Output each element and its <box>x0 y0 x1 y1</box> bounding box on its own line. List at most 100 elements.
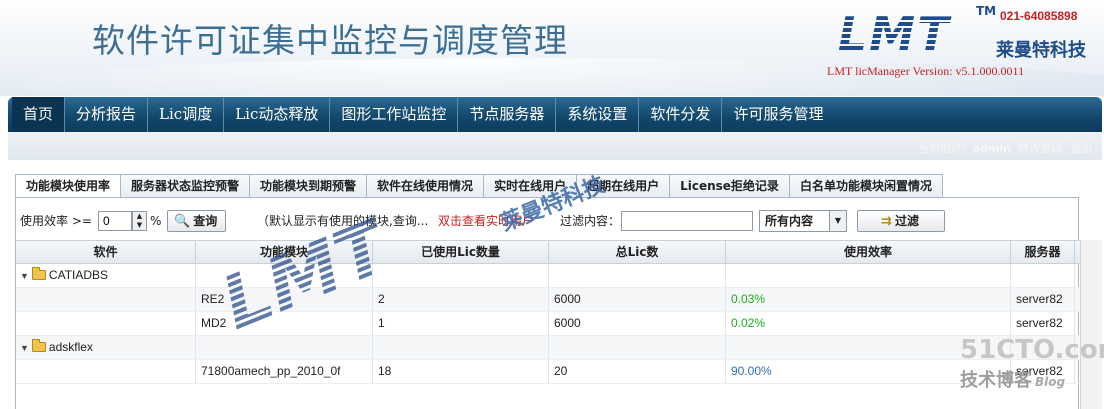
filter-button-label: 过滤 <box>894 214 919 228</box>
used-cell <box>373 336 549 359</box>
table-row[interactable]: RE2 2 6000 0.03% server82 <box>16 288 1080 312</box>
efficiency-cell: 90.00% <box>726 360 1011 383</box>
filter-input[interactable] <box>621 211 753 231</box>
software-cell <box>16 360 196 383</box>
module-cell: 71800amech_pp_2010_0f <box>196 360 373 383</box>
nav-item-lic-scheduling[interactable]: Lic调度 <box>148 97 225 132</box>
version-text: LMT licManager Version: v5.1.000.0011 <box>827 64 1025 78</box>
software-name: CATIADBS <box>48 268 109 282</box>
efficiency-input[interactable] <box>98 211 132 231</box>
total-cell <box>549 336 726 359</box>
tab-license-denied-records[interactable]: License拒绝记录 <box>669 174 790 198</box>
col-module[interactable]: 功能模块 <box>196 241 373 263</box>
filter-scope-select[interactable]: 所有内容 ▼ <box>759 210 847 232</box>
folder-icon <box>31 339 46 352</box>
expand-triangle-icon[interactable]: ▼ <box>20 271 29 281</box>
efficiency-stepper[interactable]: ▲ ▼ <box>132 211 147 231</box>
tab-server-status-alert[interactable]: 服务器状态监控预警 <box>120 174 251 198</box>
software-cell <box>16 312 196 335</box>
usage-grid: 软件 功能模块 已使用Lic数量 总Lic数 使用效率 服务器 ▼ CATIADB… <box>16 240 1080 384</box>
col-used-lic[interactable]: 已使用Lic数量 <box>373 241 549 263</box>
used-cell: 2 <box>373 288 549 311</box>
efficiency-cell: 0.03% <box>726 288 1011 311</box>
folder-icon <box>31 267 46 280</box>
nav-item-lic-dynamic-release[interactable]: Lic动态释放 <box>224 97 331 132</box>
user-info: 当前用户：admin 修改密码 退出 <box>914 140 1092 156</box>
efficiency-cell <box>726 336 1011 359</box>
table-row[interactable]: ▼ CATIADBS <box>16 264 1080 288</box>
efficiency-cell: 0.02% <box>726 312 1011 335</box>
module-cell <box>196 336 373 359</box>
col-efficiency[interactable]: 使用效率 <box>726 241 1011 263</box>
tab-bar: 功能模块使用率 服务器状态监控预警 功能模块到期预警 软件在线使用情况 实时在线… <box>15 174 943 198</box>
tab-module-expiry-alert[interactable]: 功能模块到期预警 <box>249 174 368 198</box>
company-name: 莱曼特科技 <box>996 40 1086 61</box>
chevron-down-icon[interactable]: ▼ <box>829 211 846 231</box>
efficiency-label: 使用效率 >= <box>20 214 92 228</box>
server-cell <box>1011 264 1075 287</box>
table-row[interactable]: 71800amech_pp_2010_0f 18 20 90.00% serve… <box>16 360 1080 384</box>
nav-item-home[interactable]: 首页 <box>12 97 66 132</box>
main-nav: 首页 分析报告 Lic调度 Lic动态释放 图形工作站监控 节点服务器 系统设置… <box>8 97 1102 132</box>
expand-triangle-icon[interactable]: ▼ <box>20 343 29 353</box>
stepper-down-icon[interactable]: ▼ <box>133 221 146 230</box>
col-total-lic[interactable]: 总Lic数 <box>549 241 726 263</box>
vertical-scrollbar[interactable] <box>1080 240 1102 409</box>
used-cell: 18 <box>373 360 549 383</box>
query-toolbar: 使用效率 >= ▲ ▼ % 🔍查询 （默认显示有使用的模块,查询... 双击查看… <box>20 210 1080 234</box>
server-cell <box>1011 336 1075 359</box>
filter-arrow-icon: ⇉ <box>881 214 892 229</box>
query-button[interactable]: 🔍 查询 <box>167 210 227 232</box>
tab-realtime-online-users[interactable]: 实时在线用户 <box>483 174 578 198</box>
module-cell <box>196 264 373 287</box>
used-cell: 1 <box>373 312 549 335</box>
total-cell: 6000 <box>549 288 726 311</box>
table-row[interactable]: ▼ adskflex <box>16 336 1080 360</box>
group-cell[interactable]: ▼ adskflex <box>16 336 196 359</box>
app-header: 软件许可证集中监控与调度管理 LMT TM 021-64085898 莱曼特科技… <box>0 0 1104 96</box>
tab-module-usage[interactable]: 功能模块使用率 <box>15 174 122 198</box>
query-button-label: 查询 <box>193 214 218 228</box>
filter-button[interactable]: ⇉ 过滤 <box>857 210 945 232</box>
user-subbar: 当前用户：admin 修改密码 退出 <box>8 132 1102 160</box>
lmt-logo: LMT <box>838 10 988 58</box>
total-cell: 20 <box>549 360 726 383</box>
server-cell: server82 <box>1011 288 1075 311</box>
current-user-name: admin <box>972 142 1011 155</box>
total-cell <box>549 264 726 287</box>
software-cell <box>16 288 196 311</box>
nav-item-node-server[interactable]: 节点服务器 <box>458 97 557 132</box>
percent-sign: % <box>150 214 162 228</box>
nav-item-system-settings[interactable]: 系统设置 <box>556 97 640 132</box>
logout-link[interactable]: 退出 <box>1070 142 1092 155</box>
phone-number: 021-64085898 <box>1000 9 1078 23</box>
filter-label: 过滤内容： <box>560 214 621 228</box>
change-password-link[interactable]: 修改密码 <box>1019 142 1063 155</box>
total-cell: 6000 <box>549 312 726 335</box>
col-software[interactable]: 软件 <box>16 241 196 263</box>
used-cell <box>373 264 549 287</box>
magnifier-icon: 🔍 <box>174 214 191 229</box>
nav-item-software-distribution[interactable]: 软件分发 <box>639 97 723 132</box>
stepper-up-icon[interactable]: ▲ <box>133 212 146 221</box>
nav-item-workstation-monitor[interactable]: 图形工作站监控 <box>330 97 459 132</box>
trademark-mark: TM <box>976 4 997 18</box>
group-cell[interactable]: ▼ CATIADBS <box>16 264 196 287</box>
logo-text: LMT <box>838 10 988 58</box>
filter-scope-value: 所有内容 <box>765 214 814 228</box>
efficiency-cell <box>726 264 1011 287</box>
nav-item-license-service[interactable]: 许可服务管理 <box>722 97 834 132</box>
tab-whitelist-idle-modules[interactable]: 白名单功能模块闲置情况 <box>788 174 943 198</box>
tab-overtime-online-users[interactable]: 超期在线用户 <box>576 174 671 198</box>
table-row[interactable]: MD2 1 6000 0.02% server82 <box>16 312 1080 336</box>
server-cell: server82 <box>1011 312 1075 335</box>
dblclick-hint: 双击查看实时用户 <box>438 214 535 228</box>
tab-software-online-usage[interactable]: 软件在线使用情况 <box>366 174 485 198</box>
nav-item-analysis-report[interactable]: 分析报告 <box>65 97 149 132</box>
server-cell: server82 <box>1011 360 1075 383</box>
software-name: adskflex <box>48 340 93 354</box>
col-server[interactable]: 服务器 <box>1011 241 1075 263</box>
grid-header: 软件 功能模块 已使用Lic数量 总Lic数 使用效率 服务器 <box>16 240 1080 264</box>
module-cell: RE2 <box>196 288 373 311</box>
default-hint: （默认显示有使用的模块,查询... <box>257 214 429 228</box>
